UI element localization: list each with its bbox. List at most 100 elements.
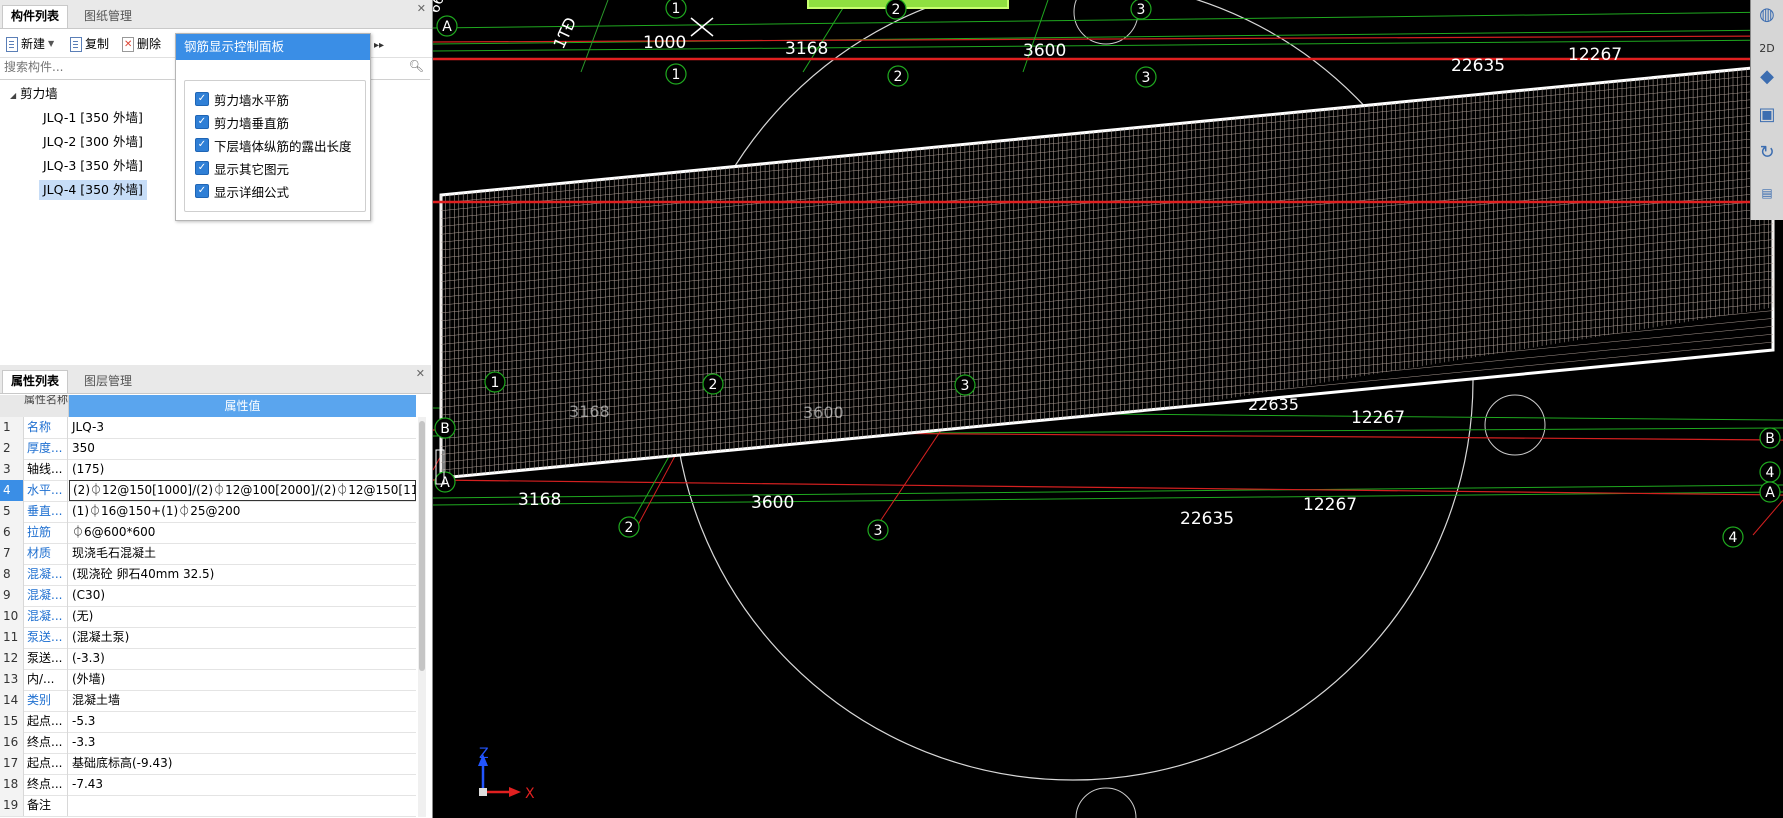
copy-label: 复制 — [85, 37, 110, 51]
property-name: 混凝... — [24, 606, 68, 627]
delete-button[interactable]: 删除 — [122, 35, 161, 54]
viewport-canvas[interactable]: 1 2 3 1 2 3 1 2 3 2 3 4 4 A B A B A 1000 3168 3600 22635 12267… — [433, 0, 1783, 818]
close-icon[interactable]: ✕ — [416, 367, 425, 380]
property-value[interactable]: 混凝土墙 — [69, 690, 416, 711]
search-icon[interactable]: 🔍︎ — [409, 59, 424, 73]
table-row[interactable]: 11 泵送... (混凝土泵) — [0, 627, 416, 649]
scrollbar-thumb[interactable] — [419, 421, 425, 671]
option-vertical-rebar[interactable]: ✓ 剪力墙垂直筋 — [195, 112, 289, 132]
table-row[interactable]: 1 名称 JLQ-3 — [0, 417, 416, 439]
tree-item-jlq-3[interactable]: JLQ-3 [350 外墙] — [43, 156, 143, 176]
table-row[interactable]: 2 厚度... 350 — [0, 438, 416, 460]
checkbox-checked-icon[interactable]: ✓ — [195, 138, 209, 152]
property-value[interactable]: (C30) — [69, 585, 416, 606]
dimension-label: 3600 — [751, 493, 794, 513]
table-row[interactable]: 5 垂直... (1)⏀16@150+(1)⏀25@200 — [0, 501, 416, 523]
view-toolbar: ◍ 2D ◆ ▣ ↻ ▤ — [1750, 0, 1783, 220]
2d-view-icon[interactable]: 2D — [1756, 38, 1778, 60]
checkbox-checked-icon[interactable]: ✓ — [195, 115, 209, 129]
table-row[interactable]: 14 类别 混凝土墙 — [0, 690, 416, 712]
row-number: 12 — [0, 648, 24, 669]
expand-right-icon[interactable]: ▸▸ — [374, 40, 384, 51]
property-value[interactable]: -3.3 — [69, 732, 416, 753]
table-row[interactable]: 12 泵送... (-3.3) — [0, 648, 416, 670]
property-name: 混凝... — [24, 564, 68, 585]
tree-expand-icon[interactable]: ◢ — [10, 91, 16, 100]
box-view-icon[interactable]: ▣ — [1756, 104, 1778, 126]
table-row[interactable]: 16 终点... -3.3 — [0, 732, 416, 754]
property-scrollbar[interactable] — [418, 417, 426, 817]
property-name: 备注 — [24, 795, 68, 816]
checkbox-checked-icon[interactable]: ✓ — [195, 161, 209, 175]
property-value[interactable]: 基础底标高(-9.43) — [69, 753, 416, 774]
property-value[interactable] — [69, 795, 416, 816]
dimension-label: 3168 — [785, 39, 828, 59]
checkbox-checked-icon[interactable]: ✓ — [195, 184, 209, 198]
table-row[interactable]: 10 混凝... (无) — [0, 606, 416, 628]
property-value-header: 属性值 — [69, 395, 416, 417]
option-horizontal-rebar[interactable]: ✓ 剪力墙水平筋 — [195, 89, 289, 109]
property-value[interactable]: ⏀6@600*600 — [69, 522, 416, 543]
table-row[interactable]: 13 内/... (外墙) — [0, 669, 416, 691]
property-value[interactable]: (2)⏀12@150[1000]/(2)⏀12@100[2000]/(2)⏀12… — [69, 480, 416, 501]
table-row[interactable]: 4 水平... (2)⏀12@150[1000]/(2)⏀12@100[2000]/… — [0, 480, 416, 502]
tab-property-list[interactable]: 属性列表 — [2, 370, 69, 393]
axis-a-label: A — [1765, 485, 1775, 501]
copy-button[interactable]: 复制 — [70, 35, 109, 53]
tree-root-shear-wall[interactable]: ◢ 剪力墙 — [10, 84, 58, 104]
view-cube-icon[interactable]: ◆ — [1756, 66, 1778, 88]
property-value[interactable]: (混凝土泵) — [69, 627, 416, 648]
property-value[interactable]: (无) — [69, 606, 416, 627]
rotate-icon[interactable]: ↻ — [1756, 142, 1778, 164]
new-label: 新建 — [21, 37, 46, 51]
tree-item-jlq-2[interactable]: JLQ-2 [300 外墙] — [43, 132, 143, 152]
dimension-label: 12267 — [1568, 45, 1622, 65]
3d-viewport[interactable]: 1 2 3 1 2 3 1 2 3 2 3 4 4 A B A B A 1000 3168 3600 22635 12267… — [433, 0, 1783, 818]
row-number: 9 — [0, 585, 24, 606]
table-row[interactable]: 8 混凝... (现浇砼 卵石40mm 32.5) — [0, 564, 416, 586]
axis-line — [1022, 0, 1049, 73]
option-show-other-elements[interactable]: ✓ 显示其它图元 — [195, 158, 289, 178]
property-value[interactable]: 现浇毛石混凝土 — [69, 543, 416, 564]
option-lower-wall-exposed-length[interactable]: ✓ 下层墙体纵筋的露出长度 — [195, 135, 352, 155]
tab-component-list[interactable]: 构件列表 — [2, 5, 69, 28]
property-value[interactable]: (175) — [69, 459, 416, 480]
property-value[interactable]: (现浇砼 卵石40mm 32.5) — [69, 564, 416, 585]
property-value[interactable]: JLQ-3 — [69, 417, 416, 438]
table-row[interactable]: 17 起点... 基础底标高(-9.43) — [0, 753, 416, 775]
property-value[interactable]: 350 — [69, 438, 416, 459]
tree-item-jlq-4[interactable]: JLQ-4 [350 外墙] — [39, 180, 147, 200]
table-row[interactable]: 7 材质 现浇毛石混凝土 — [0, 543, 416, 565]
table-row[interactable]: 6 拉筋 ⏀6@600*600 — [0, 522, 416, 544]
option-label: 显示详细公式 — [214, 184, 290, 200]
property-value[interactable]: (外墙) — [69, 669, 416, 690]
checkbox-checked-icon[interactable]: ✓ — [195, 92, 209, 106]
table-row[interactable]: 3 轴线... (175) — [0, 459, 416, 481]
axis-1-label: 1 — [491, 375, 500, 391]
property-value[interactable]: -7.43 — [69, 774, 416, 795]
property-name: 泵送... — [24, 627, 68, 648]
chevron-down-icon[interactable]: ▼ — [48, 35, 54, 53]
axis-line — [580, 0, 609, 73]
new-button[interactable]: 新建 ▼ — [6, 35, 54, 53]
table-row[interactable]: 18 终点... -7.43 — [0, 774, 416, 796]
close-icon[interactable]: ✕ — [417, 2, 426, 15]
property-value[interactable]: -5.3 — [69, 711, 416, 732]
option-show-detailed-formula[interactable]: ✓ 显示详细公式 — [195, 181, 289, 201]
row-number: 2 — [0, 438, 24, 459]
row-number: 16 — [0, 732, 24, 753]
property-name: 起点... — [24, 753, 68, 774]
layers-icon[interactable]: ▤ — [1756, 182, 1778, 204]
row-number: 5 — [0, 501, 24, 522]
tab-layer-management[interactable]: 图层管理 — [76, 371, 140, 393]
table-row[interactable]: 19 备注 — [0, 795, 416, 817]
globe-icon[interactable]: ◍ — [1756, 4, 1778, 26]
tab-drawing-management[interactable]: 图纸管理 — [76, 6, 140, 28]
copy-icon — [70, 36, 82, 52]
table-row[interactable]: 9 混凝... (C30) — [0, 585, 416, 607]
table-row[interactable]: 15 起点... -5.3 — [0, 711, 416, 733]
row-number: 1 — [0, 417, 24, 438]
tree-item-jlq-1[interactable]: JLQ-1 [350 外墙] — [43, 108, 143, 128]
property-value[interactable]: (-3.3) — [69, 648, 416, 669]
property-value[interactable]: (1)⏀16@150+(1)⏀25@200 — [69, 501, 416, 522]
